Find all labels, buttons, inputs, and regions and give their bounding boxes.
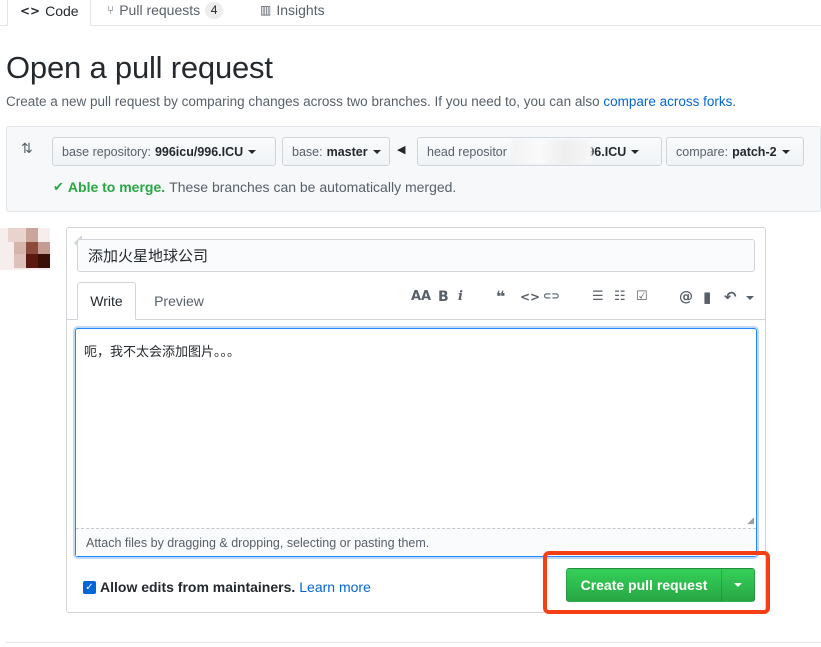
create-options-dropdown[interactable] <box>721 568 755 602</box>
pull-request-icon: ⑂ <box>107 3 115 17</box>
tab-insights[interactable]: ▥ Insights <box>248 0 337 26</box>
bold-icon[interactable]: B <box>438 289 449 305</box>
merge-status-text: These branches can be automatically merg… <box>169 179 457 195</box>
code-icon: <> <box>20 4 41 18</box>
italic-icon[interactable]: i <box>458 289 463 305</box>
range-editor: ⇅ base repository: 996icu/996.ICU base: … <box>6 126 821 212</box>
pr-title-input[interactable] <box>77 239 755 272</box>
header-icon[interactable]: AA <box>411 289 431 305</box>
reply-icon[interactable]: ↶ <box>724 289 737 305</box>
mention-icon[interactable]: @ <box>679 289 693 305</box>
chevron-down-icon <box>248 149 257 154</box>
base-branch-label: base: <box>292 144 323 159</box>
pr-body-textarea[interactable]: 呃，我不太会添加图片。。。 <box>84 341 744 521</box>
base-branch-value: master <box>326 144 368 159</box>
base-repository-select[interactable]: base repository: 996icu/996.ICU <box>52 137 276 166</box>
compare-branch-select[interactable]: compare: patch-2 <box>666 137 804 166</box>
tab-pull-requests-label: Pull requests <box>119 2 201 18</box>
merge-status: ✔ Able to merge. These branches can be a… <box>53 179 456 195</box>
tab-write[interactable]: Write <box>77 282 136 320</box>
resize-handle-icon[interactable]: ◢ <box>747 516 754 526</box>
task-list-icon[interactable]: ☑ <box>636 289 648 305</box>
chevron-down-icon <box>734 583 742 587</box>
chevron-down-icon <box>631 149 640 154</box>
footer-divider <box>6 642 821 643</box>
check-icon: ✔ <box>53 179 64 195</box>
learn-more-link[interactable]: Learn more <box>299 579 371 595</box>
avatar <box>0 228 50 270</box>
unordered-list-icon[interactable]: ☰ <box>592 289 604 305</box>
chevron-down-icon <box>372 149 381 154</box>
head-repository-label: head repositor <box>427 144 507 159</box>
chevron-down-icon[interactable] <box>746 296 754 300</box>
chevron-down-icon <box>781 149 790 154</box>
create-pull-request-button[interactable]: Create pull request <box>566 568 722 602</box>
subtitle-text: Create a new pull request by comparing c… <box>6 94 604 109</box>
compare-across-forks-link[interactable]: compare across forks <box>603 94 732 109</box>
allow-edits-label: Allow edits from maintainers. <box>100 579 296 595</box>
pr-body-editor: 呃，我不太会添加图片。。。 ◢ Attach files by dragging… <box>75 328 757 557</box>
base-repository-value: 996icu/996.ICU <box>154 144 244 159</box>
compare-arrows-icon: ⇅ <box>21 141 33 157</box>
attach-files-bar[interactable]: Attach files by dragging & dropping, sel… <box>76 528 756 556</box>
base-branch-select[interactable]: base: master <box>282 137 390 166</box>
tab-insights-label: Insights <box>276 2 325 18</box>
page-subtitle: Create a new pull request by comparing c… <box>6 94 736 109</box>
tab-code[interactable]: <> Code <box>7 0 91 26</box>
tab-code-label: Code <box>45 3 79 19</box>
merge-ok-text: Able to merge. <box>67 179 166 195</box>
ordered-list-icon[interactable]: ☷ <box>614 289 626 305</box>
code-icon[interactable]: <> <box>520 289 540 305</box>
repo-nav: <> Code ⑂ Pull requests 4 ▥ Insights <box>0 0 821 26</box>
compare-branch-value: patch-2 <box>732 144 777 159</box>
compare-branch-label: compare: <box>676 144 729 159</box>
tab-pull-requests[interactable]: ⑂ Pull requests 4 <box>95 0 235 26</box>
graph-icon: ▥ <box>260 3 272 17</box>
saved-reply-icon[interactable]: ▮ <box>703 289 711 305</box>
allow-edits-checkbox[interactable]: ✓ <box>83 580 96 594</box>
tab-preview[interactable]: Preview <box>141 282 217 320</box>
tab-divider <box>66 319 766 320</box>
subtitle-end: . <box>732 94 737 109</box>
allow-edits-row: ✓ Allow edits from maintainers. Learn mo… <box>83 579 371 595</box>
link-icon[interactable]: ⊂⊃ <box>543 289 560 305</box>
pull-requests-count: 4 <box>205 1 224 19</box>
quote-icon[interactable]: ❝ <box>496 289 505 305</box>
base-repository-label: base repository: <box>62 144 151 159</box>
page-title: Open a pull request <box>6 50 273 85</box>
arrow-left-icon: ◀ <box>397 143 406 156</box>
redacted-username <box>512 140 592 164</box>
